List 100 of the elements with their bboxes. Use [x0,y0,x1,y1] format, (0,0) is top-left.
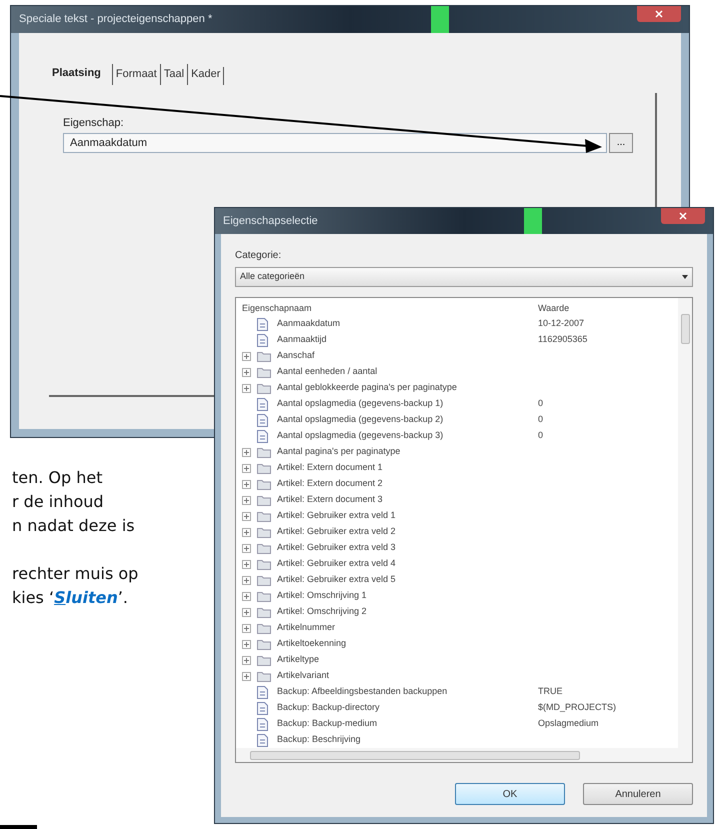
dropdown-value: Alle categorieën [240,270,305,284]
tab[interactable]: Plaatsing [49,63,104,84]
folder-icon [257,606,271,618]
expand-icon[interactable] [242,496,251,504]
property-name[interactable]: Artikelvariant [277,669,330,683]
category-label: Categorie: [235,249,282,263]
expand-icon[interactable] [242,560,251,568]
close-button[interactable] [661,208,705,224]
expand-icon[interactable] [242,464,251,472]
expand-icon[interactable] [242,528,251,536]
folder-icon [257,654,271,666]
document-icon [257,430,268,442]
property-field[interactable]: Aanmaakdatum [63,133,607,153]
property-name[interactable]: Backup: Backup-medium [277,717,378,731]
expand-icon[interactable] [242,608,251,616]
property-name[interactable]: Artikel: Omschrijving 2 [277,605,367,619]
property-name[interactable]: Aantal eenheden / aantal [277,365,378,379]
horizontal-scrollbar[interactable] [236,748,692,762]
body-text: rechter muis op [12,563,140,585]
document-icon [257,734,268,746]
expand-icon[interactable] [242,592,251,600]
expand-icon[interactable] [242,480,251,488]
field-label: Eigenschap: [63,116,124,130]
expand-icon[interactable] [242,624,251,632]
expand-icon[interactable] [242,352,251,360]
window-title: Eigenschapselectie [223,214,318,229]
folder-icon [257,622,271,634]
property-value: 0 [538,397,544,410]
folder-icon [257,510,271,522]
property-value: 10-12-2007 [538,317,584,330]
dialog-button[interactable]: Annuleren [583,783,693,805]
property-name[interactable]: Backup: Backup-directory [277,701,380,715]
column-header[interactable]: Eigenschapnaam [242,302,538,316]
property-name[interactable]: Artikel: Gebruiker extra veld 5 [277,573,396,587]
document-icon [257,414,268,426]
property-name[interactable]: Aantal pagina's per paginatype [277,445,400,459]
body-text: kies ‘Sluiten’. [12,587,130,609]
property-name[interactable]: Artikel: Gebruiker extra veld 3 [277,541,396,555]
property-name[interactable]: Artikel: Gebruiker extra veld 1 [277,509,396,523]
property-name[interactable]: Aanschaf [277,349,315,363]
sluiten-link[interactable]: Sluiten [54,588,118,607]
close-button[interactable] [637,6,681,22]
property-name[interactable]: Aantal geblokkeerde pagina's per paginatype [277,381,457,395]
folder-icon [257,494,271,506]
document-icon [257,686,268,698]
expand-icon[interactable] [242,544,251,552]
body-text: r de inhoud [12,491,105,513]
expand-icon[interactable] [242,576,251,584]
property-name[interactable]: Backup: Afbeeldingsbestanden backuppen [277,685,448,699]
expand-icon[interactable] [242,448,251,456]
browse-button[interactable]: ... [609,133,633,153]
property-name[interactable]: Aantal opslagmedia (gegevens-backup 3) [277,429,444,443]
property-value: 0 [538,429,544,442]
folder-icon [257,574,271,586]
property-name[interactable]: Artikelnummer [277,621,336,635]
category-dropdown[interactable]: Alle categorieën [235,267,693,287]
property-name[interactable]: Artikel: Omschrijving 1 [277,589,367,603]
expand-icon[interactable] [242,368,251,376]
expand-icon[interactable] [242,512,251,520]
property-name[interactable]: Artikel: Extern document 2 [277,477,383,491]
expand-icon[interactable] [242,640,251,648]
tab[interactable]: Taal [160,64,188,84]
folder-icon [257,638,271,650]
property-name[interactable]: Backup: Beschrijving [277,733,361,747]
vertical-scrollbar[interactable] [678,298,692,748]
property-name[interactable]: Artikeltype [277,653,320,667]
close-icon [655,10,663,18]
window-title: Speciale tekst - projecteigenschappen * [19,12,212,28]
property-name[interactable]: Aanmaakdatum [277,317,340,331]
close-icon [679,212,687,220]
property-value: 1162905365 [538,333,588,346]
document-icon [257,718,268,730]
document-icon [257,318,268,330]
property-name[interactable]: Artikel: Gebruiker extra veld 4 [277,557,396,571]
scroll-thumb[interactable] [250,750,580,760]
scroll-thumb[interactable] [680,314,690,344]
property-name[interactable]: Aantal opslagmedia (gegevens-backup 2) [277,413,444,427]
tab[interactable]: Formaat [112,64,160,84]
folder-icon [257,558,271,570]
folder-icon [257,478,271,490]
property-name[interactable]: Artikel: Gebruiker extra veld 2 [277,525,396,539]
property-name[interactable]: Artikel: Extern document 3 [277,493,383,507]
property-name[interactable]: Artikeltoekenning [277,637,346,651]
expand-icon[interactable] [242,656,251,664]
dropdown-caret-icon [682,275,688,279]
property-name[interactable]: Aantal opslagmedia (gegevens-backup 1) [277,397,444,411]
body-text: ten. Op het [12,467,104,489]
folder-icon [257,366,271,378]
folder-icon [257,590,271,602]
document-icon [257,398,268,410]
expand-icon[interactable] [242,672,251,680]
property-name[interactable]: Artikel: Extern document 1 [277,461,383,475]
property-value: 0 [538,413,544,426]
dialog-button[interactable]: OK [455,783,565,805]
expand-icon[interactable] [242,384,251,392]
property-value: TRUE [538,685,562,698]
column-header[interactable]: Waarde [538,302,570,316]
folder-icon [257,382,271,394]
property-name[interactable]: Aanmaaktijd [277,333,327,347]
folder-icon [257,526,271,538]
